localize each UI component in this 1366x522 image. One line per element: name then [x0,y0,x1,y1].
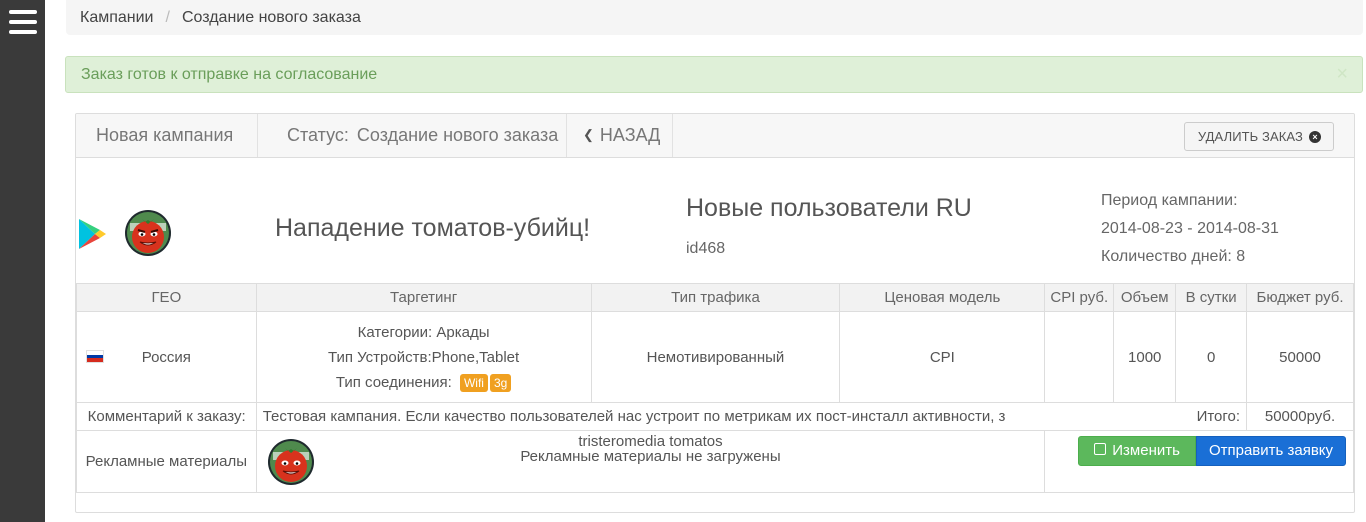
campaign-name: Новая кампания [76,114,258,157]
col-pricing-model: Ценовая модель [839,283,1046,312]
col-geo: ГЕО [76,283,257,312]
col-cpi: CPI руб. [1044,283,1115,312]
edit-icon [1094,442,1107,455]
times-circle-icon: × [1309,131,1321,143]
success-alert: Заказ готов к отправке на согласование × [65,56,1363,93]
materials-info: tristeromedia tomatos Рекламные материал… [257,434,1045,464]
3g-badge: 3g [489,373,512,392]
col-volume: Объем [1113,283,1177,312]
back-label: НАЗАД [599,125,661,145]
period-days: Количество дней: 8 [1101,248,1246,265]
campaign-period: Период кампании: 2014-08-23 - 2014-08-31… [1101,187,1279,271]
order-panel: Новая кампания Статус: Создание нового за… [75,113,1355,513]
table-header-row: ГЕО Таргетинг Тип трафика Ценовая модель… [76,283,1354,312]
breadcrumb-campaigns-link[interactable]: Кампании [80,9,154,26]
comment-row: Комментарий к заказу: Тестовая кампания.… [76,402,1354,431]
delete-order-button[interactable]: УДАЛИТЬ ЗАКАЗ × [1183,122,1334,151]
order-table: ГЕО Таргетинг Тип трафика Ценовая модель… [76,283,1354,493]
sidebar [0,0,45,522]
cpi-cell [1044,311,1115,403]
submit-request-button[interactable]: Отправить заявку [1195,435,1347,466]
offer-title: Новые пользователи RU [686,194,972,222]
app-title: Нападение томатов-убийц! [275,214,591,242]
col-targeting: Таргетинг [255,283,592,312]
materials-name: tristeromedia tomatos [578,433,723,450]
target-devices: Тип Устройств:Phone,Tablet [327,348,520,366]
chevron-left-icon: ❮ [583,127,594,142]
edit-label: Изменить [1112,441,1180,459]
per-day-cell: 0 [1175,311,1248,403]
connection-label: Тип соединения: [335,373,452,391]
breadcrumb-separator: / [165,9,170,26]
actions-cell: Изменить Отправить заявку [1044,430,1354,493]
table-row: Россия Категории: Аркады Тип Устройств:P… [76,311,1354,403]
total-value: 50000руб. [1246,402,1354,431]
close-icon[interactable]: × [1336,57,1348,92]
targeting-cell: Категории: Аркады Тип Устройств:Phone,Ta… [255,311,592,403]
target-categories: Категории: Аркады [357,323,490,341]
period-label: Период кампании: [1101,192,1238,209]
russia-flag-icon [86,350,104,363]
comment-text: Тестовая кампания. Если качество пользов… [255,402,1114,431]
status-value: Создание нового заказа [356,125,559,145]
geo-cell: Россия [76,311,257,403]
col-budget: Бюджет руб. [1246,283,1354,312]
delete-label: УДАЛИТЬ ЗАКАЗ [1197,129,1303,144]
offer-id: id468 [686,240,726,257]
order-toolbar: Новая кампания Статус: Создание нового за… [76,114,1354,158]
volume-cell: 1000 [1113,311,1177,403]
materials-row: Рекламные материалы tristeromedia tomato… [76,430,1354,493]
pricing-model-cell: CPI [839,311,1046,403]
action-button-group: Изменить Отправить заявку [1078,435,1347,466]
order-status: Статус: Создание нового заказа [272,114,567,157]
google-play-icon [79,219,106,249]
col-traffic-type: Тип трафика [590,283,841,312]
edit-button[interactable]: Изменить [1078,435,1196,466]
tomato-app-icon [125,210,171,256]
back-button[interactable]: ❮ НАЗАД [567,114,673,157]
materials-status: Рекламные материалы не загружены [520,448,781,465]
country-name: Россия [141,348,191,366]
budget-cell: 50000 [1246,311,1354,403]
col-per-day: В сутки [1175,283,1248,312]
breadcrumb-current: Создание нового заказа [181,9,361,26]
breadcrumb: Кампании / Создание нового заказа [66,0,1363,35]
materials-label: Рекламные материалы [76,430,257,493]
total-label: Итого: [1113,402,1248,431]
comment-label: Комментарий к заказу: [76,402,257,431]
materials-cell: tristeromedia tomatos Рекламные материал… [255,430,1046,493]
traffic-type-cell: Немотивированный [590,311,841,403]
wifi-badge: Wifi [459,373,488,392]
hamburger-menu-icon[interactable] [9,10,37,38]
target-connection: Тип соединения: Wifi 3g [257,370,591,395]
alert-message: Заказ готов к отправке на согласование [81,66,378,83]
period-range: 2014-08-23 - 2014-08-31 [1101,220,1279,237]
status-label: Статус: [287,125,349,145]
